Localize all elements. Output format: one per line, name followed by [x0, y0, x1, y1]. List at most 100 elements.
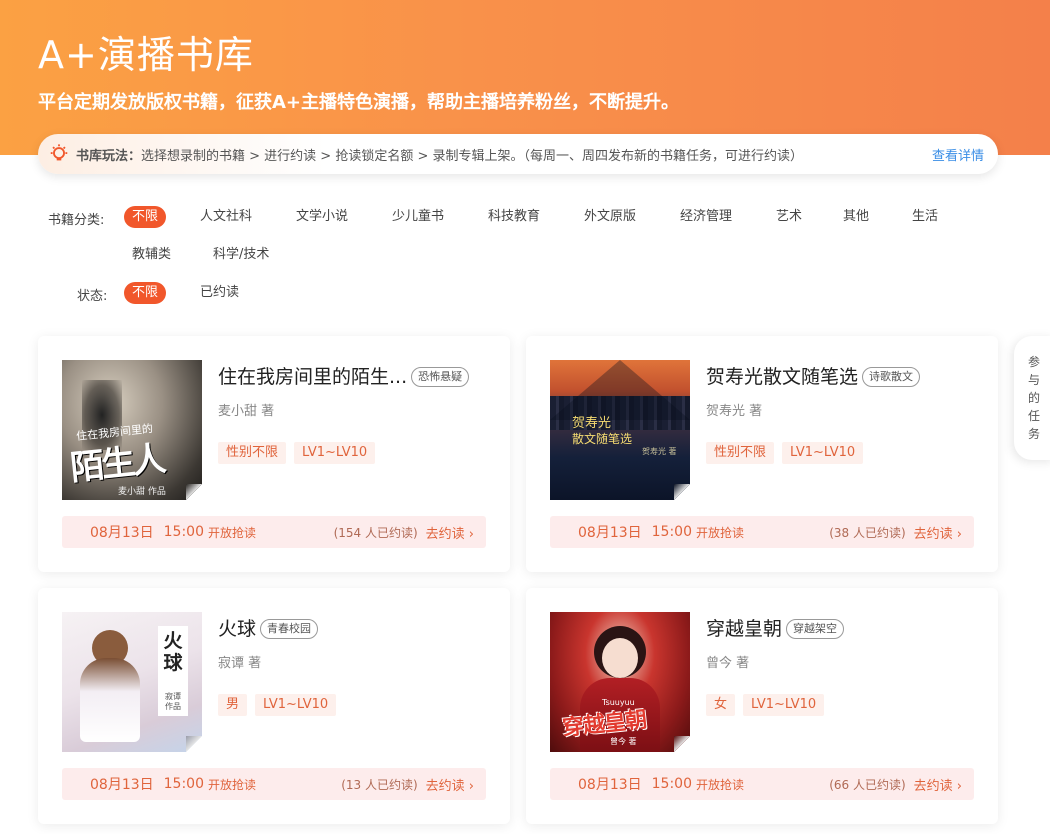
book-tags: 女 LV1~LV10: [706, 694, 825, 716]
cover-title: 火球: [163, 630, 183, 674]
category-chip-children[interactable]: 少儿童书: [392, 206, 444, 228]
side-tab-char: 任: [1027, 409, 1040, 423]
gender-tag: 性别不限: [218, 442, 287, 464]
book-title[interactable]: 贺寿光散文随笔选 诗歌散文: [706, 362, 921, 389]
category-chip-all[interactable]: 不限: [124, 206, 167, 228]
gender-tag: 女: [706, 694, 736, 716]
level-tag: LV1~LV10: [782, 442, 864, 464]
status-chip-all[interactable]: 不限: [124, 282, 167, 304]
book-title-text: 住在我房间里的陌生...: [218, 366, 408, 388]
open-date: 08月13日: [90, 777, 154, 793]
book-cover[interactable]: 贺寿光 散文随笔选 贺寿光 著: [550, 360, 690, 500]
book-card[interactable]: 住在我房间里的 陌生人 麦小甜 作品 住在我房间里的陌生... 恐怖悬疑 麦小甜 …: [38, 336, 510, 572]
book-title[interactable]: 穿越皇朝 穿越架空: [706, 614, 845, 641]
level-tag: LV1~LV10: [294, 442, 376, 464]
view-details-link[interactable]: 查看详情: [932, 145, 984, 164]
category-chip-art[interactable]: 艺术: [776, 206, 802, 228]
book-card[interactable]: Tsuuyuu 穿越皇朝 曾今 著 穿越皇朝 穿越架空 曾今 著 女 LV1~LV…: [526, 588, 998, 824]
rules-bar: 书库玩法： 选择想录制的书籍 > 进行约读 > 抢读锁定名额 > 录制专辑上架。…: [38, 134, 998, 174]
book-author: 曾今 著: [706, 656, 750, 671]
page-curl: [674, 484, 690, 500]
status-filter-label: 状态:: [77, 289, 108, 304]
book-tags: 男 LV1~LV10: [218, 694, 337, 716]
category-chip-science-education[interactable]: 科技教育: [488, 206, 540, 228]
category-chip-teaching[interactable]: 教辅类: [132, 244, 171, 266]
cover-title: 陌生人: [68, 439, 166, 489]
status-chip-reserved[interactable]: 已约读: [200, 282, 239, 304]
reserve-count: (66 人已约读): [829, 777, 906, 792]
reserve-button[interactable]: 去约读 ›: [914, 523, 962, 542]
level-tag: LV1~LV10: [255, 694, 337, 716]
open-label: 开放抢读: [208, 525, 257, 540]
book-title-text: 贺寿光散文随笔选: [706, 366, 859, 388]
category-chip-humanities[interactable]: 人文社科: [200, 206, 252, 228]
book-author: 贺寿光 著: [706, 404, 763, 419]
page-subtitle: 平台定期发放版权书籍，征获A+主播特色演播，帮助主播培养粉丝，不断提升。: [38, 92, 680, 113]
reserve-bar: 08月13日 15:00 开放抢读 (154 人已约读) 去约读 ›: [62, 516, 486, 548]
open-time: 15:00: [651, 524, 692, 540]
open-time: 15:00: [163, 524, 204, 540]
book-cover[interactable]: 住在我房间里的 陌生人 麦小甜 作品: [62, 360, 202, 500]
category-chip-economics[interactable]: 经济管理: [680, 206, 732, 228]
side-tab-char: 与: [1027, 373, 1040, 387]
reserve-bar: 08月13日 15:00 开放抢读 (66 人已约读) 去约读 ›: [550, 768, 974, 800]
reserve-count: (38 人已约读): [829, 525, 906, 540]
genre-tag: 青春校园: [260, 619, 319, 639]
cover-author: 寂谭 作品: [165, 692, 181, 711]
reserve-count: (13 人已约读): [341, 777, 418, 792]
cover-author: 贺寿光 著: [642, 447, 677, 456]
open-time: 15:00: [651, 776, 692, 792]
genre-tag: 恐怖悬疑: [411, 367, 470, 387]
book-author: 麦小甜 著: [218, 404, 275, 419]
page-curl: [186, 736, 202, 752]
reserve-bar: 08月13日 15:00 开放抢读 (38 人已约读) 去约读 ›: [550, 516, 974, 548]
cover-title: 散文随笔选: [572, 432, 633, 446]
category-chip-science-tech[interactable]: 科学/技术: [213, 244, 269, 266]
book-cover[interactable]: Tsuuyuu 穿越皇朝 曾今 著: [550, 612, 690, 752]
page-title: A+演播书库: [38, 33, 254, 77]
book-title-text: 火球: [218, 618, 257, 640]
book-tags: 性别不限 LV1~LV10: [218, 442, 376, 464]
open-label: 开放抢读: [696, 525, 745, 540]
open-date: 08月13日: [578, 525, 642, 541]
gender-tag: 男: [218, 694, 248, 716]
reserve-bar: 08月13日 15:00 开放抢读 (13 人已约读) 去约读 ›: [62, 768, 486, 800]
genre-tag: 诗歌散文: [862, 367, 921, 387]
rules-label: 书库玩法：: [76, 148, 142, 164]
category-chip-foreign[interactable]: 外文原版: [584, 206, 636, 228]
reserve-button[interactable]: 去约读 ›: [426, 523, 474, 542]
genre-tag: 穿越架空: [786, 619, 845, 639]
gender-tag: 性别不限: [706, 442, 775, 464]
open-label: 开放抢读: [208, 777, 257, 792]
category-chip-life[interactable]: 生活: [912, 206, 938, 228]
book-title-text: 穿越皇朝: [706, 618, 783, 640]
page-curl: [186, 484, 202, 500]
category-filter-label: 书籍分类:: [48, 213, 105, 228]
open-date: 08月13日: [578, 777, 642, 793]
book-card[interactable]: 火球 寂谭 作品 火球 青春校园 寂谭 著 男 LV1~LV10 08月13日 1…: [38, 588, 510, 824]
side-tab-char: 务: [1027, 427, 1040, 441]
my-tasks-side-tab[interactable]: 参 与 的 任 务: [1014, 336, 1050, 460]
book-tags: 性别不限 LV1~LV10: [706, 442, 864, 464]
open-time: 15:00: [163, 776, 204, 792]
book-title[interactable]: 住在我房间里的陌生... 恐怖悬疑: [218, 362, 470, 389]
cover-author: 麦小甜 作品: [118, 487, 166, 497]
level-tag: LV1~LV10: [743, 694, 825, 716]
book-card[interactable]: 贺寿光 散文随笔选 贺寿光 著 贺寿光散文随笔选 诗歌散文 贺寿光 著 性别不限 …: [526, 336, 998, 572]
lightbulb-icon: [50, 144, 68, 161]
open-label: 开放抢读: [696, 777, 745, 792]
category-chip-other[interactable]: 其他: [843, 206, 869, 228]
cover-subtitle: 贺寿光: [572, 416, 612, 431]
category-chip-literature[interactable]: 文学小说: [296, 206, 348, 228]
cover-author: 曾今 著: [610, 737, 637, 746]
hero-banner: A+演播书库 平台定期发放版权书籍，征获A+主播特色演播，帮助主播培养粉丝，不断…: [0, 0, 1050, 155]
side-tab-char: 参: [1027, 355, 1040, 369]
reserve-button[interactable]: 去约读 ›: [426, 775, 474, 794]
reserve-button[interactable]: 去约读 ›: [914, 775, 962, 794]
rules-text: 选择想录制的书籍 > 进行约读 > 抢读锁定名额 > 录制专辑上架。（每周一、周…: [141, 148, 803, 164]
book-title[interactable]: 火球 青春校园: [218, 614, 319, 641]
book-cover[interactable]: 火球 寂谭 作品: [62, 612, 202, 752]
page-curl: [674, 736, 690, 752]
book-author: 寂谭 著: [218, 656, 262, 671]
reserve-count: (154 人已约读): [333, 525, 418, 540]
